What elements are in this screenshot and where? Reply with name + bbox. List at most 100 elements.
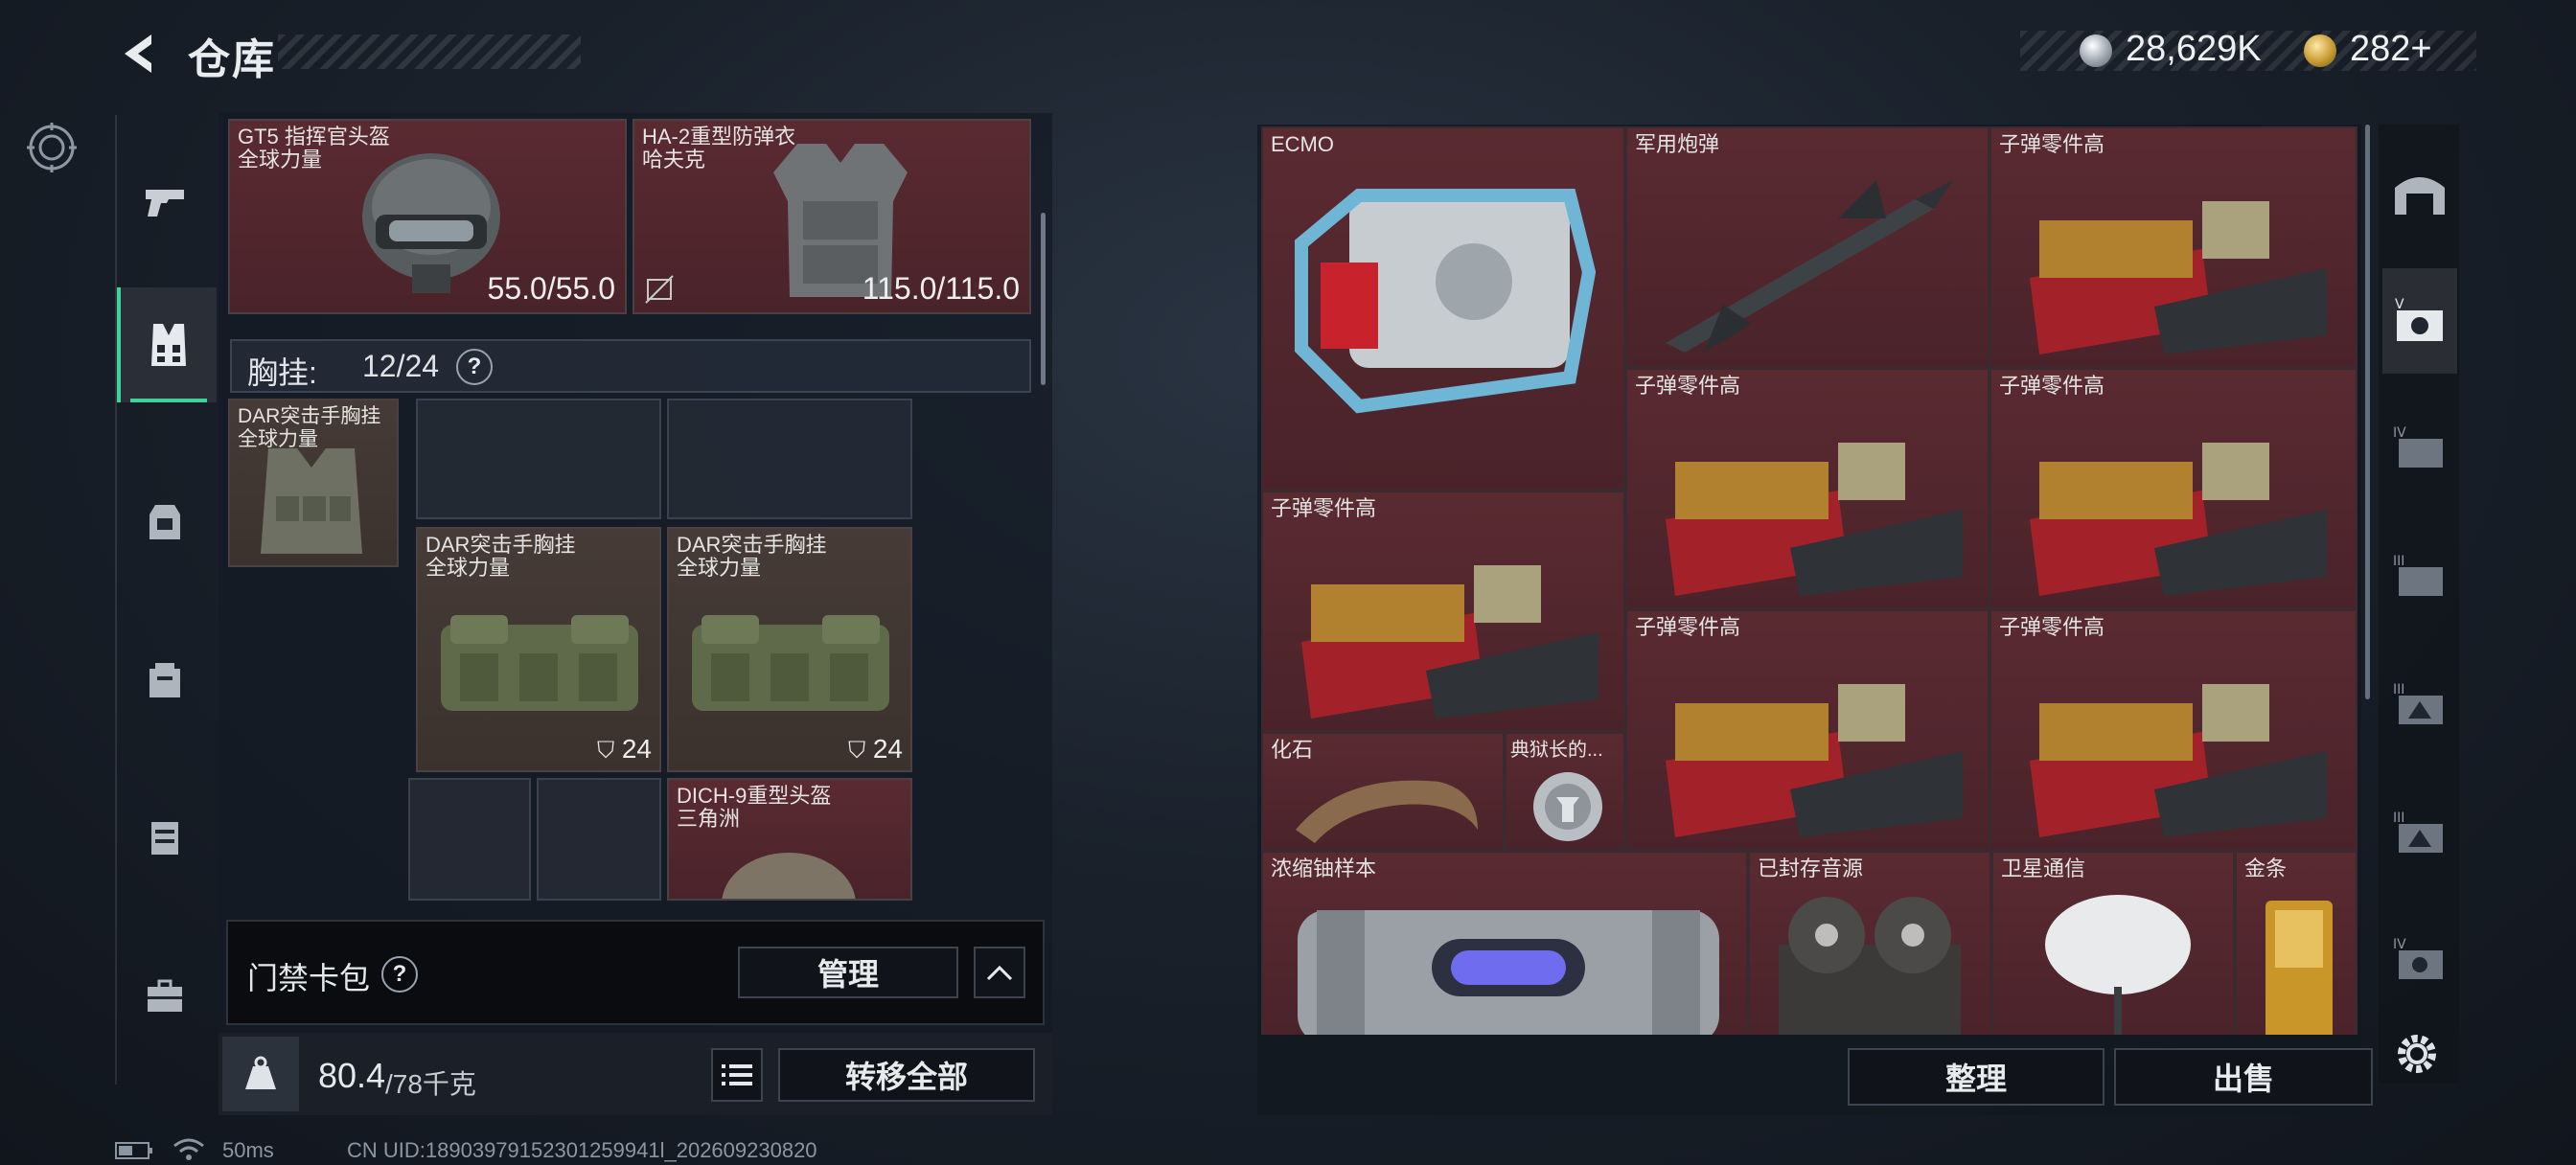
- item-ammo-parts[interactable]: 子弹零件高: [1990, 609, 2358, 851]
- title-decoration: [278, 34, 581, 69]
- uranium-canister-image: [1298, 910, 1719, 1035]
- scrollbar[interactable]: [1041, 213, 1046, 385]
- item-ammo-parts[interactable]: 子弹零件高: [1625, 368, 1990, 609]
- back-button[interactable]: [113, 27, 167, 80]
- durability: 55.0/55.0: [487, 271, 615, 306]
- tab-weapons[interactable]: [117, 144, 213, 259]
- empty-slot[interactable]: [408, 778, 531, 901]
- container-icon: [151, 822, 178, 855]
- briefcase-icon: [148, 979, 182, 1012]
- storage-box-icon: V: [2395, 297, 2443, 341]
- add-gold-icon[interactable]: +: [2410, 29, 2431, 69]
- ping-value: 50ms: [222, 1138, 274, 1162]
- target-icon[interactable]: [27, 123, 77, 172]
- tab-warehouse-all[interactable]: [2382, 140, 2457, 245]
- warehouse-icon: [2395, 177, 2445, 215]
- item-warden[interactable]: 典狱长的...: [1505, 732, 1625, 851]
- empty-slot[interactable]: [416, 399, 661, 519]
- silver-coin-icon: [2080, 34, 2112, 67]
- helmet-item-slot[interactable]: DICH-9重型头盔 三角洲: [667, 778, 912, 901]
- reel-recorder-image: [1779, 897, 1961, 1035]
- tab-warehouse-1[interactable]: V: [2382, 268, 2457, 374]
- collapse-button[interactable]: [974, 947, 1025, 998]
- manage-button[interactable]: 管理: [738, 947, 958, 998]
- vest-label: 胸挂:: [247, 355, 317, 390]
- chest-rig-icon: ⛉: [597, 738, 615, 764]
- silver-balance: 28,629K: [2126, 29, 2262, 69]
- armor-slot[interactable]: HA-2重型防弹衣 哈夫克 115.0/115.0: [632, 119, 1031, 314]
- weight-current: 80.4: [318, 1056, 386, 1095]
- item-name: 化石: [1271, 738, 1314, 762]
- no-insure-icon: [645, 275, 674, 304]
- item-name: DAR突击手胸挂: [677, 533, 827, 557]
- sell-button[interactable]: 出售: [2114, 1048, 2373, 1106]
- gold-amount: 282: [2350, 29, 2411, 69]
- item-military-shell[interactable]: 军用炮弹: [1625, 126, 1990, 368]
- item-ammo-parts[interactable]: 子弹零件高: [1625, 609, 1990, 851]
- ammo-parts-image: [2030, 443, 2327, 596]
- item-name: 卫星通信: [2001, 857, 2086, 880]
- tab-vest[interactable]: [117, 287, 217, 402]
- empty-slot[interactable]: [537, 778, 661, 901]
- tab-backpack[interactable]: [117, 464, 213, 579]
- item-gold-bar[interactable]: 金条: [2235, 851, 2358, 1035]
- item-ecmo[interactable]: ECMO: [1261, 126, 1625, 491]
- item-enriched-uranium[interactable]: 浓缩铀样本: [1261, 851, 1748, 1035]
- page-title: 仓库: [188, 36, 276, 83]
- capacity-value: 24: [872, 734, 903, 764]
- help-icon[interactable]: ?: [456, 349, 493, 385]
- capacity-badge: ⛉ 24: [848, 734, 903, 765]
- helmet-slot[interactable]: GT5 指挥官头盔 全球力量 55.0/55.0: [228, 119, 627, 314]
- tab-container[interactable]: [117, 780, 213, 895]
- item-name: 子弹零件高: [1999, 132, 2105, 156]
- battery-icon: [115, 1142, 153, 1159]
- item-name: 典狱长的...: [1510, 740, 1603, 761]
- tab-warehouse-3[interactable]: III: [2382, 523, 2457, 628]
- chest-rig-icon: ⛉: [848, 738, 866, 764]
- list-view-button[interactable]: [711, 1048, 763, 1102]
- tab-warehouse-4[interactable]: III: [2382, 651, 2457, 757]
- vest-equipped-slot[interactable]: DAR突击手胸挂 全球力量: [228, 399, 399, 567]
- tab-briefcase[interactable]: [117, 939, 213, 1054]
- scrollbar[interactable]: [2365, 125, 2370, 699]
- svg-text:V: V: [2395, 297, 2404, 312]
- transfer-all-button[interactable]: 转移全部: [778, 1048, 1035, 1102]
- empty-slot[interactable]: [667, 399, 912, 519]
- item-name: 军用炮弹: [1635, 132, 1720, 156]
- helmet-image: [362, 153, 500, 293]
- item-faction: 全球力量: [238, 148, 323, 171]
- gold-bar-image: [2266, 901, 2333, 1035]
- settings-gear-icon[interactable]: [2390, 1027, 2444, 1081]
- durability: 115.0/115.0: [862, 271, 1020, 306]
- item-ammo-parts[interactable]: 子弹零件高: [1990, 126, 2358, 368]
- shell-image: [1666, 180, 1953, 353]
- item-name: 子弹零件高: [1635, 615, 1741, 639]
- item-ammo-parts[interactable]: 子弹零件高: [1990, 368, 2358, 609]
- vest-item-slot[interactable]: DAR突击手胸挂 全球力量 ⛉ 24: [667, 527, 912, 772]
- tab-warehouse-5[interactable]: III: [2382, 780, 2457, 885]
- storage-box-icon: IV: [2393, 937, 2443, 979]
- item-faction: 哈夫克: [642, 148, 706, 171]
- satellite-dish-image: [2045, 895, 2191, 1035]
- chevron-up-icon: [986, 965, 1013, 981]
- vest-image: [692, 615, 889, 711]
- item-sealed-audio[interactable]: 已封存音源: [1748, 851, 1991, 1035]
- vest-item-slot[interactable]: DAR突击手胸挂 全球力量 ⛉ 24: [416, 527, 661, 772]
- item-fossil[interactable]: 化石: [1261, 732, 1505, 851]
- sort-button[interactable]: 整理: [1848, 1048, 2104, 1106]
- user-uid: CN UID:18903979152301259941l_20260923082…: [347, 1138, 817, 1162]
- help-icon[interactable]: ?: [381, 956, 418, 993]
- vest-image: [441, 615, 638, 711]
- gold-balance[interactable]: 282+: [2350, 29, 2432, 70]
- item-ammo-parts[interactable]: 子弹零件高: [1261, 491, 1625, 732]
- item-satellite-comms[interactable]: 卫星通信: [1991, 851, 2235, 1035]
- tab-warehouse-2[interactable]: IV: [2382, 395, 2457, 500]
- storage-box-icon: III: [2393, 682, 2443, 724]
- tab-pouch[interactable]: [117, 623, 213, 738]
- svg-text:IV: IV: [2393, 937, 2406, 952]
- item-name: 子弹零件高: [1999, 615, 2105, 639]
- chest-rig-icon: [151, 324, 186, 366]
- item-name: 子弹零件高: [1999, 374, 2105, 398]
- item-name: DICH-9重型头盔: [677, 784, 832, 808]
- tab-warehouse-6[interactable]: IV: [2382, 906, 2457, 1012]
